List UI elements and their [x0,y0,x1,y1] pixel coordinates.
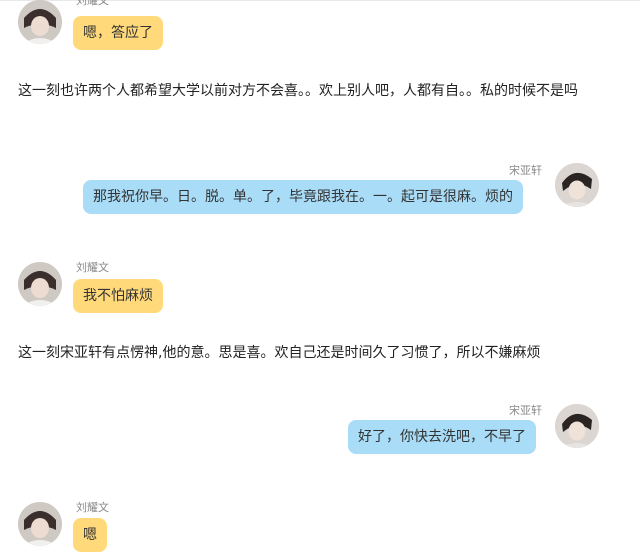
avatar-left[interactable] [18,0,62,44]
narration-text: 这一刻也许两个人都希望大学以前对方不会喜。。欢上别人吧，人都有自。。私的时候不是… [18,83,578,99]
speaker-name: 刘耀文 [76,0,109,7]
message-bubble[interactable]: 好了，你快去洗吧，不早了 [348,420,536,454]
message-bubble[interactable]: 那我祝你早。日。脱。单。了，毕竟跟我在。一。起可是很麻。烦的 [83,180,523,214]
message-bubble[interactable]: 嗯，答应了 [73,16,163,50]
person-avatar-icon [18,0,62,44]
speaker-name: 宋亚轩 [509,164,542,177]
narration-text: 这一刻宋亚轩有点愣神,他的意。思是喜。欢自己还是时间久了习惯了，所以不嫌麻烦 [18,345,541,361]
message-bubble[interactable]: 嗯 [73,518,107,552]
chat-page: 刘耀文 嗯，答应了 这一刻也许两个人都希望大学以前对方不会喜。。欢上别人吧，人都… [0,0,640,552]
speaker-name: 宋亚轩 [509,404,542,417]
person-avatar-icon [555,163,599,207]
person-avatar-icon [18,502,62,546]
avatar-right[interactable] [555,163,599,207]
avatar-right[interactable] [555,404,599,448]
avatar-left[interactable] [18,262,62,306]
message-bubble[interactable]: 我不怕麻烦 [73,279,163,313]
speaker-name: 刘耀文 [76,261,109,274]
avatar-left[interactable] [18,502,62,546]
person-avatar-icon [18,262,62,306]
person-avatar-icon [555,404,599,448]
speaker-name: 刘耀文 [76,501,109,514]
